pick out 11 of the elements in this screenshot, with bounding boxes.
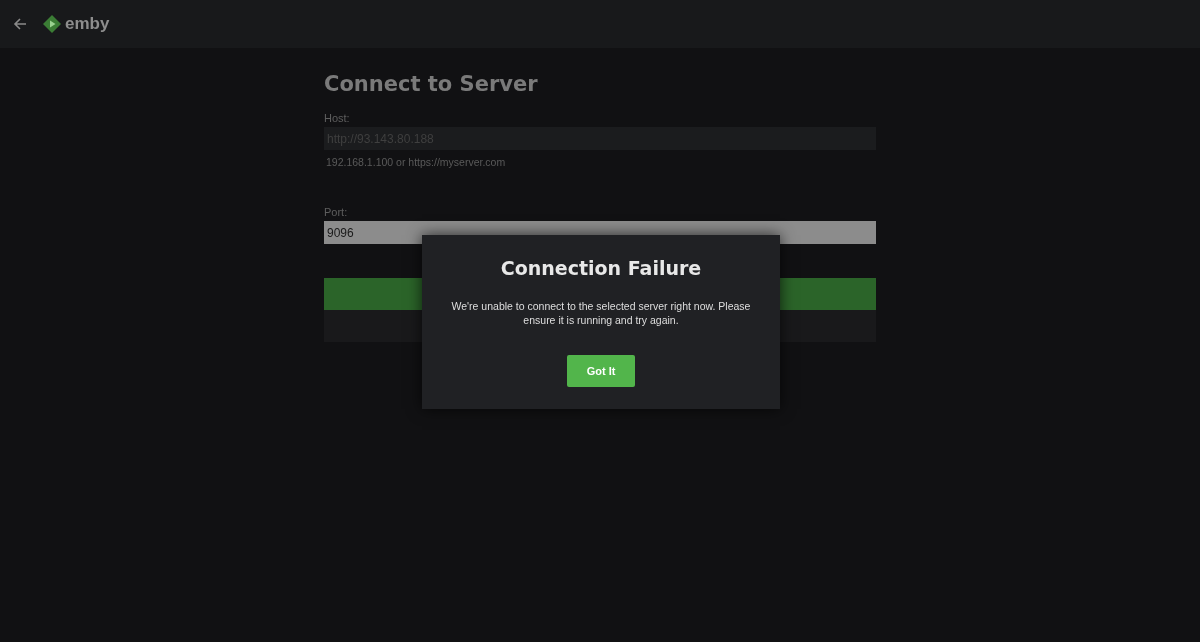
field-label: Port: — [324, 206, 349, 218]
got-it-button[interactable]: Got It — [567, 355, 635, 387]
page-title: Connect to Server — [324, 72, 539, 96]
back-arrow-icon — [12, 16, 28, 32]
brand-name: emby — [65, 14, 110, 34]
dialog-message: We're unable to connect to the selected server right now. Please ensure it is running and try again. — [451, 299, 751, 327]
logo-icon — [42, 14, 62, 34]
dialog-title: Connection Failure — [500, 257, 702, 279]
back-button[interactable] — [12, 16, 28, 32]
field-hint: 192.168.1.100 or https://myserver.com — [326, 156, 507, 168]
field-label: Host: — [324, 112, 351, 124]
